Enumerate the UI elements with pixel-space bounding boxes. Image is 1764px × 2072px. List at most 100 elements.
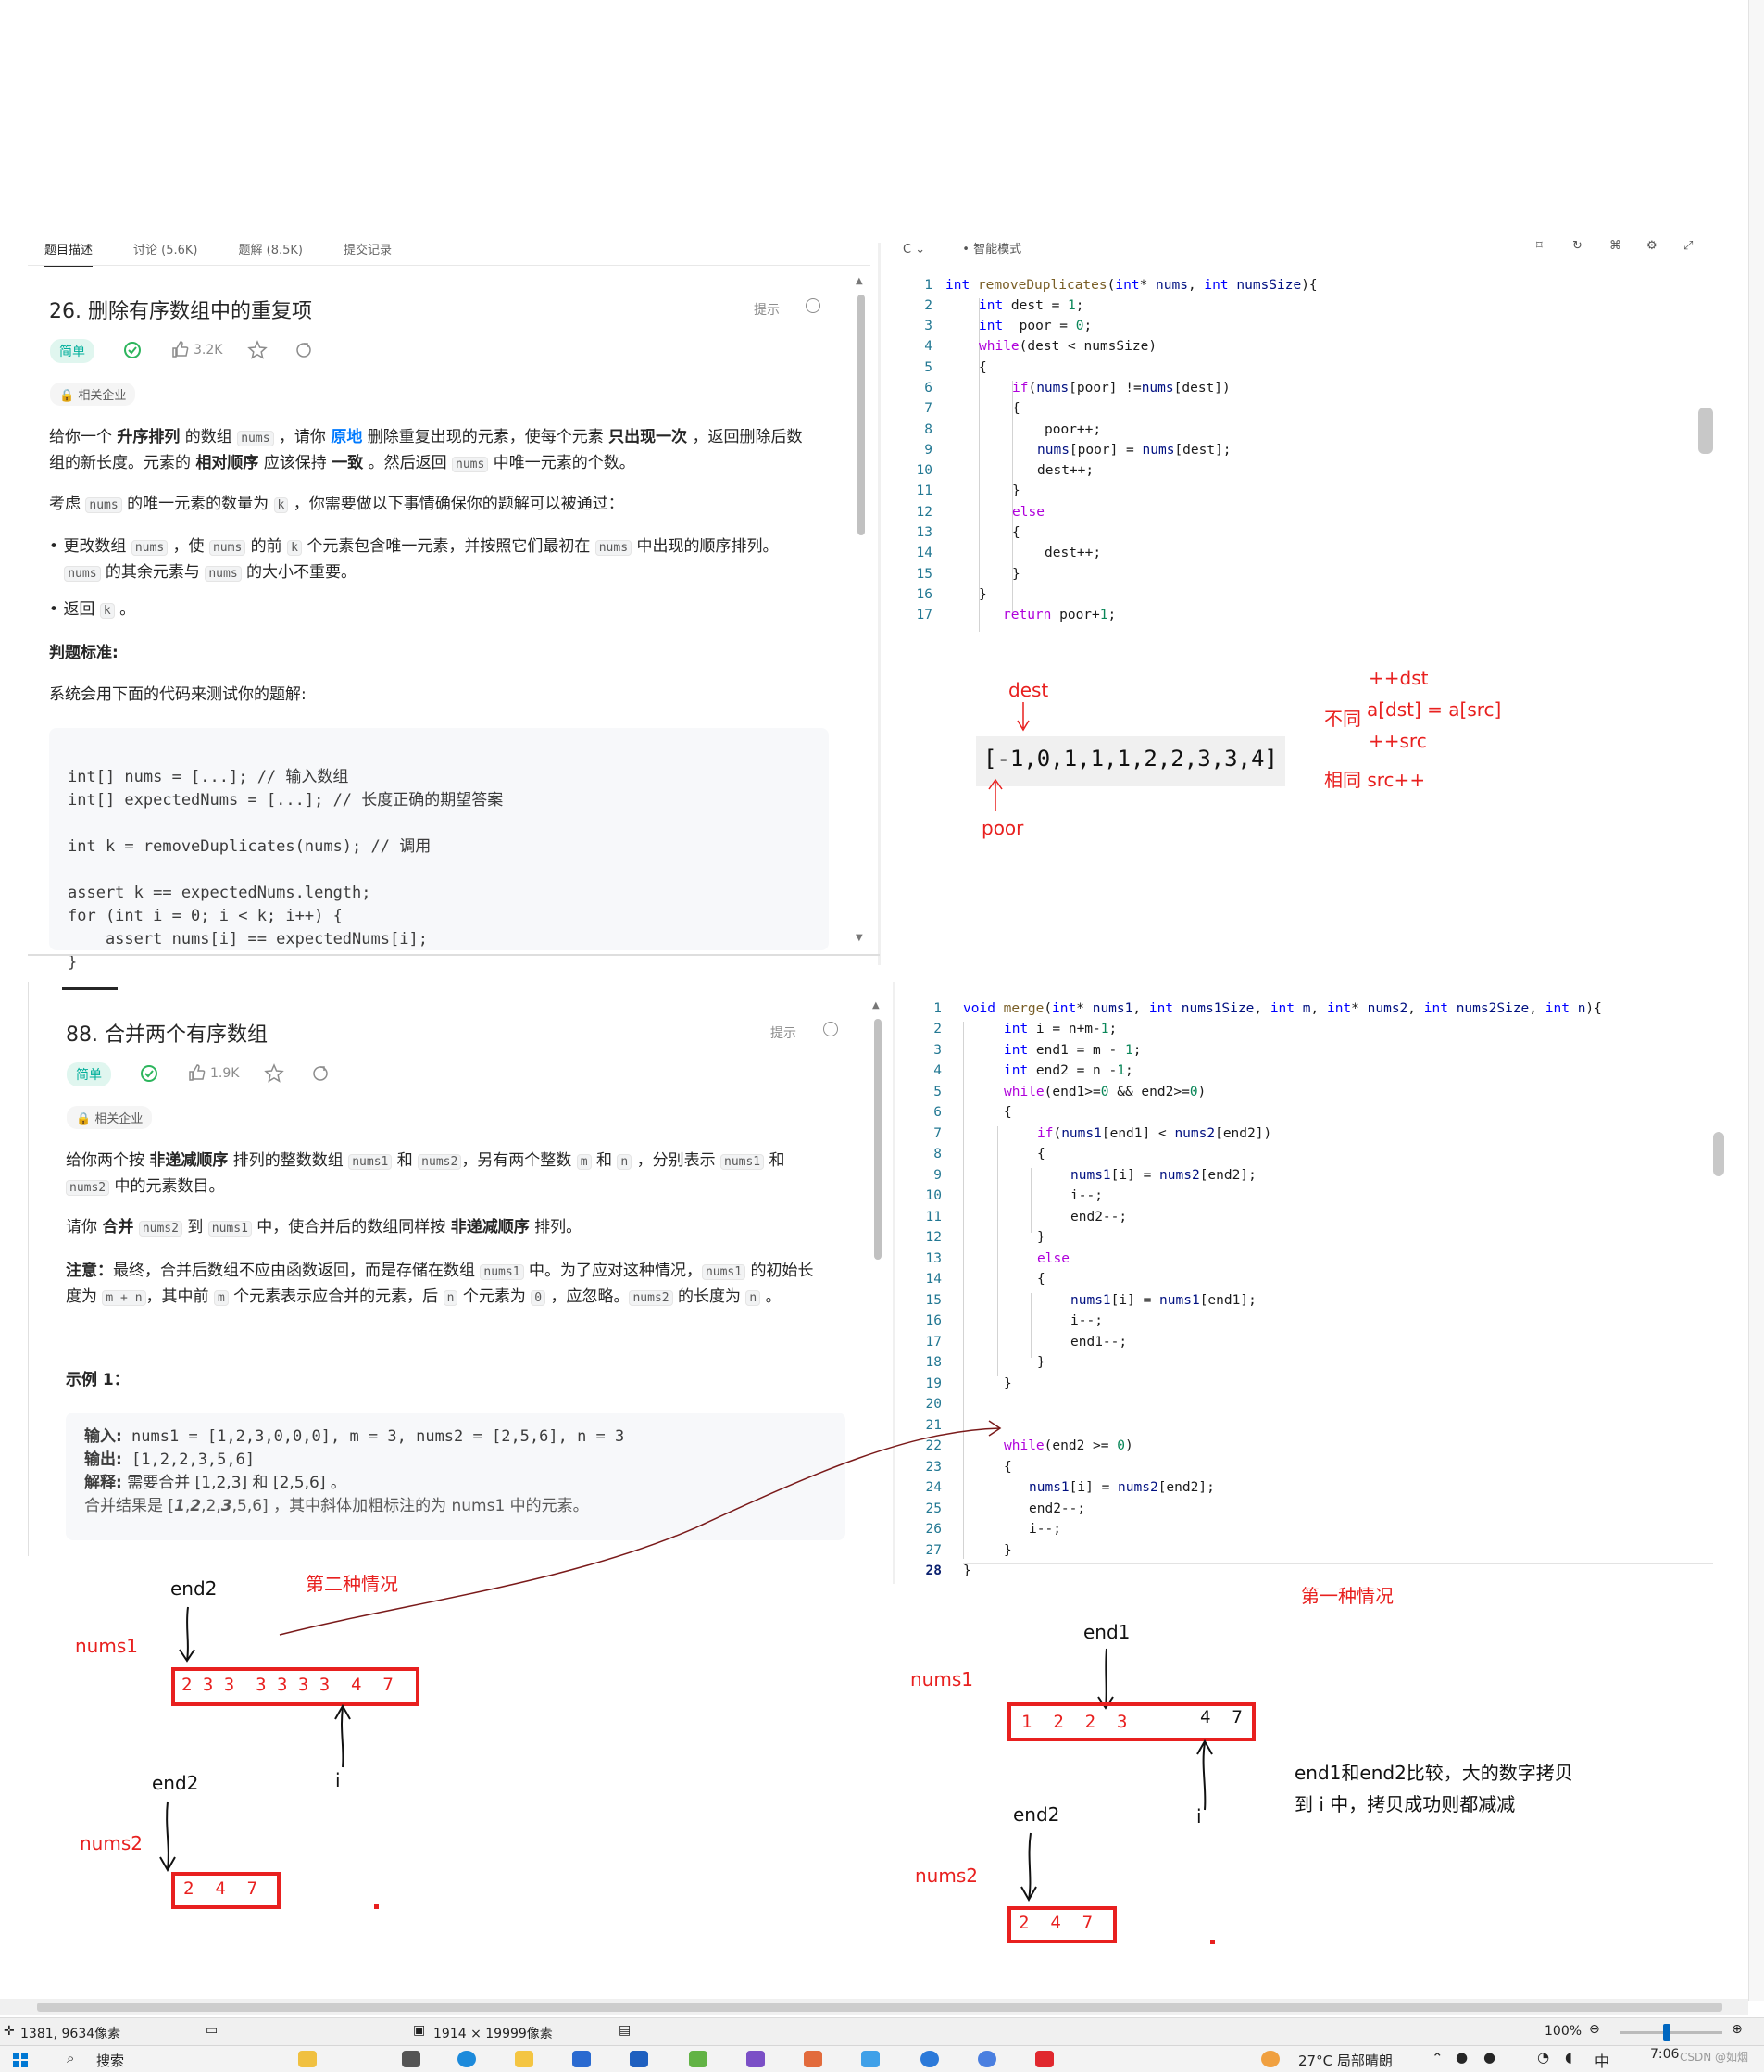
volume-icon[interactable]: ◖ <box>1565 2049 1572 2066</box>
judge-title: 判题标准: <box>49 644 119 662</box>
example-array: [-1,0,1,1,1,2,2,3,3,4] <box>976 736 1285 786</box>
chat-icon[interactable] <box>920 2051 939 2067</box>
like-icon[interactable] <box>170 340 189 358</box>
explain-line-2: 到 i 中，拷贝成功则都减减 <box>1295 1793 1516 1815</box>
tab-submissions[interactable]: 提交记录 <box>344 240 392 267</box>
mail-icon[interactable] <box>630 2051 648 2067</box>
start-button[interactable] <box>13 2053 28 2067</box>
poor-arrow <box>988 778 1003 811</box>
nums1-label-b: nums1 <box>910 1668 973 1690</box>
weather-icon <box>1261 2051 1280 2067</box>
scroll-up-icon-2[interactable]: ▲ <box>872 1000 880 1011</box>
horizontal-scrollbar[interactable] <box>0 1999 1748 2015</box>
visual-studio-icon[interactable] <box>746 2051 765 2067</box>
company-tag[interactable]: 🔒 相关企业 <box>50 383 136 406</box>
widgets-icon[interactable] <box>298 2051 317 2067</box>
description-scrollbar-2[interactable] <box>874 1019 882 1260</box>
nums2-values-b: 2 4 7 <box>1019 1913 1094 1933</box>
assign-label: a[dst] = a[src] <box>1367 698 1502 721</box>
nums2-label-a: nums2 <box>80 1832 143 1854</box>
edge-icon[interactable] <box>457 2051 476 2067</box>
editor-toolbar: C ⌄ • 智能模式 ⌑ ↻ ⌘ ⚙ ⤢ <box>903 239 1708 259</box>
company-tag-2[interactable]: 🔒 相关企业 <box>67 1106 153 1129</box>
clock[interactable]: 7:06 <box>1650 2047 1679 2062</box>
app-icon-blue[interactable] <box>861 2051 880 2067</box>
inc-dst-label: ++dst <box>1369 667 1429 689</box>
problem2-description-2: 请你 合并 nums2 到 nums1 中，使合并后的数组同样按 非递减顺序 排… <box>66 1218 582 1237</box>
editor-scrollbar-1[interactable] <box>1698 408 1713 454</box>
task-view-icon[interactable] <box>402 2051 420 2067</box>
app-icon-circle[interactable] <box>978 2051 996 2067</box>
solved-check-icon-2 <box>141 1065 157 1082</box>
zoom-slider-thumb[interactable] <box>1663 2024 1670 2041</box>
bookmark-icon[interactable]: ⌑ <box>1536 239 1543 253</box>
store-icon[interactable] <box>572 2051 591 2067</box>
window-scroll-track[interactable] <box>1748 0 1764 2001</box>
format-icon[interactable]: ⌘ <box>1609 239 1621 253</box>
tray-app-icon[interactable]: ● <box>1483 2049 1495 2066</box>
more-icon[interactable] <box>806 298 820 313</box>
code-editor-2[interactable]: 1 2 3 4 5 6 7 8 9 10 11 12 13 14 15 16 1… <box>912 1001 1727 1585</box>
network-icon[interactable]: ◔ <box>1537 2049 1549 2066</box>
search-icon[interactable]: ⌕ <box>67 2050 74 2066</box>
hint-button-2[interactable]: 提示 <box>770 1023 796 1042</box>
reset-icon[interactable]: ↻ <box>1572 239 1583 253</box>
qq-icon[interactable]: ● <box>1456 2049 1468 2066</box>
poor-label: poor <box>982 817 1024 839</box>
search-box[interactable]: 搜索 <box>96 2051 124 2070</box>
company-tag-label: 相关企业 <box>78 389 127 403</box>
like-count: 3.2K <box>194 343 223 358</box>
problem2-description-1: 给你两个按 非递减顺序 排列的整数数组 nums1 和 nums2 ，另有两个整数… <box>66 1151 785 1196</box>
scroll-down-icon[interactable]: ▼ <box>856 933 863 943</box>
watermark: CSDN @如烟 <box>1680 2051 1749 2064</box>
panel-bottom-rule <box>28 954 880 956</box>
lock-icon-2: 🔒 <box>76 1112 92 1126</box>
problem-description-2: 考虑 nums 的唯一元素的数量为 k ，你需要做以下事情确保你的题解可以被通过… <box>49 495 624 513</box>
like-icon-2[interactable] <box>187 1063 206 1082</box>
star-icon-2[interactable] <box>264 1063 284 1084</box>
ime-indicator[interactable]: 中 <box>1595 2049 1609 2071</box>
share-icon[interactable] <box>294 341 313 359</box>
more-icon-2[interactable] <box>823 1022 838 1036</box>
app-icon-green[interactable] <box>689 2051 707 2067</box>
lock-icon: 🔒 <box>59 389 75 403</box>
problem-title: 26. 删除有序数组中的重复项 <box>49 300 312 323</box>
zoom-in-icon[interactable]: ⊕ <box>1732 2022 1743 2037</box>
tab-discussion[interactable]: 讨论 (5.6K) <box>133 240 197 267</box>
paint-icon[interactable] <box>804 2051 822 2067</box>
settings-icon[interactable]: ⚙ <box>1646 239 1658 253</box>
judge-text: 系统会用下面的代码来测试你的题解: <box>49 685 307 704</box>
panel-divider[interactable] <box>878 243 881 965</box>
disk-icon: ▤ <box>619 2023 632 2038</box>
smart-mode-toggle[interactable]: • 智能模式 <box>962 243 1021 257</box>
nums1-values-b-right: 4 7 <box>1200 1707 1243 1727</box>
end2-label-a: end2 <box>170 1577 218 1600</box>
wps-icon[interactable] <box>1035 2051 1054 2067</box>
hint-button[interactable]: 提示 <box>754 300 780 319</box>
star-icon[interactable] <box>247 340 268 360</box>
explain-line-1: end1和end2比较，大的数字拷贝 <box>1295 1762 1573 1784</box>
expand-icon[interactable]: ⤢ <box>1683 239 1693 253</box>
tab-description[interactable]: 题目描述 <box>44 240 94 267</box>
nums1-values-a: 2 3 3 3 3 3 3 4 7 <box>181 1675 394 1695</box>
editor-scrollbar-2[interactable] <box>1713 1132 1724 1176</box>
weather-text[interactable]: 27°C 局部晴朗 <box>1298 2051 1393 2070</box>
problem2-note: 注意：最终，合并后数组不应由函数返回，而是存储在数组 nums1 中。为了应对这… <box>66 1262 814 1306</box>
language-selector[interactable]: C ⌄ <box>903 243 925 257</box>
share-icon-2[interactable] <box>311 1064 330 1083</box>
tray-chevron-icon[interactable]: ⌃ <box>1432 2050 1444 2066</box>
description-scrollbar[interactable] <box>857 295 865 535</box>
code-editor-1[interactable]: 1 2 3 4 5 6 7 8 9 10 11 12 13 14 15 16 1… <box>903 276 1718 915</box>
diff-label: 不同 <box>1324 708 1361 730</box>
dest-arrow <box>1017 702 1030 732</box>
zoom-out-icon[interactable]: ⊖ <box>1589 2022 1600 2037</box>
tab-solutions[interactable]: 题解 (8.5K) <box>239 240 303 267</box>
zoom-slider[interactable] <box>1620 2031 1722 2034</box>
end1-label: end1 <box>1083 1621 1131 1643</box>
scroll-up-icon[interactable]: ▲ <box>856 276 863 286</box>
tab-indicator <box>62 987 118 990</box>
image-size-icon: ▣ <box>413 2023 426 2038</box>
selection-icon: ▭ <box>206 2023 219 2038</box>
file-explorer-icon[interactable] <box>515 2051 533 2067</box>
nums2-label-b: nums2 <box>915 1865 978 1887</box>
